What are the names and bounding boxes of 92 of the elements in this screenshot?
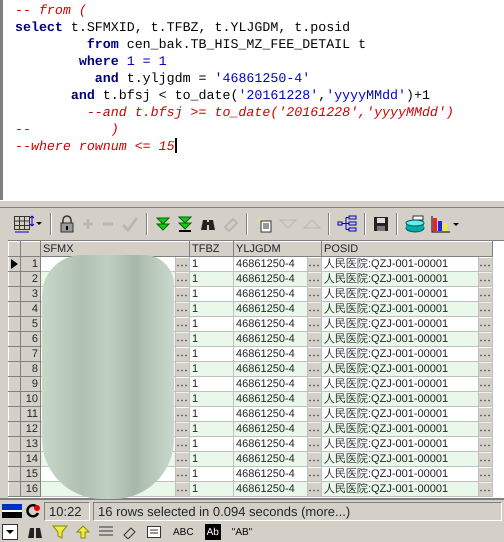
ellipsis-button[interactable] (176, 258, 188, 270)
ellipsis-button[interactable] (480, 482, 492, 496)
ellipsis-button[interactable] (308, 452, 320, 466)
ellipsis-button[interactable] (480, 438, 492, 450)
database-icon (405, 215, 425, 233)
ellipsis-button[interactable] (176, 362, 188, 376)
ellipsis-button[interactable] (176, 452, 188, 466)
column-header[interactable]: SFMX (40, 242, 190, 256)
ellipsis-button[interactable] (308, 348, 320, 360)
ellipsis-button[interactable] (480, 288, 492, 300)
ellipsis-button[interactable] (176, 482, 188, 496)
grid-icon (13, 214, 43, 234)
ellipsis-button[interactable] (176, 468, 188, 480)
ellipsis-button[interactable] (480, 348, 492, 360)
ellipsis-button[interactable] (480, 422, 492, 436)
ellipsis-button[interactable] (308, 272, 320, 286)
text-format-button[interactable]: ABC (170, 524, 197, 540)
column-header[interactable]: YLJGDM (234, 242, 322, 256)
code-line: -- ) (15, 121, 119, 138)
ellipsis-button[interactable] (176, 422, 188, 436)
ellipsis-button[interactable] (480, 362, 492, 376)
document-icon[interactable] (146, 525, 162, 539)
splitter-bar[interactable] (0, 200, 504, 208)
ellipsis-button[interactable] (308, 318, 320, 330)
binoculars-icon[interactable] (26, 525, 44, 539)
check-icon (121, 216, 139, 232)
status-message: 16 rows selected in 0.094 seconds (more...) (93, 502, 502, 520)
ellipsis-button[interactable] (176, 392, 188, 406)
ellipsis-button[interactable] (176, 438, 188, 450)
ellipsis-button[interactable] (176, 408, 188, 420)
plus-icon (81, 217, 95, 231)
ellipsis-button[interactable] (308, 258, 320, 270)
code-line: and t.yljgdm = '46861250-4' (94, 70, 310, 87)
ellipsis-button[interactable] (176, 288, 188, 300)
ellipsis-button[interactable] (480, 332, 492, 346)
code-line: --and t.bfsj >= to_date('20161228','yyyyMMdd') (86, 104, 454, 121)
ellipsis-button[interactable] (480, 302, 492, 316)
table-cell: 人民医院:QZJ-001-00001 (322, 482, 478, 496)
tree-diagram-icon (337, 215, 357, 233)
up-arrow-icon[interactable] (76, 525, 90, 539)
eraser-icon (223, 216, 239, 232)
funnel-icon[interactable] (52, 525, 68, 539)
ellipsis-button[interactable] (308, 438, 320, 450)
triangle-down-icon (279, 218, 297, 230)
text-format-button[interactable]: Ab (204, 524, 221, 540)
ellipsis-button[interactable] (308, 468, 320, 480)
code-line: -- from ( (15, 2, 87, 19)
code-line: where 1 = 1 (78, 53, 167, 70)
ellipsis-button[interactable] (480, 392, 492, 406)
ellipsis-button[interactable] (480, 408, 492, 420)
ellipsis-button[interactable] (176, 332, 188, 346)
dropdown-icon[interactable] (2, 524, 18, 540)
lock-icon (59, 215, 75, 233)
table-cell: 1 (190, 482, 234, 496)
ellipsis-button[interactable] (308, 362, 320, 376)
text-format-button[interactable]: "AB" (228, 524, 256, 540)
triangle-up-icon (303, 218, 321, 230)
ellipsis-button[interactable] (308, 408, 320, 420)
column-header[interactable]: POSID (322, 242, 493, 256)
code-line: from cen_bak.TB_HIS_MZ_FEE_DETAIL t (86, 36, 366, 53)
ellipsis-button[interactable] (480, 258, 492, 270)
current-row-arrow-icon (11, 258, 18, 269)
code-line: and t.bfsj < to_date('20161228','yyyyMMdd')+1 (70, 87, 430, 104)
time-display: 10:22 (44, 502, 90, 520)
flag-icon (2, 503, 22, 519)
ellipsis-button[interactable] (480, 272, 492, 286)
ellipsis-button[interactable] (176, 272, 188, 286)
double-down-arrow-icon (177, 216, 193, 232)
ellipsis-button[interactable] (480, 378, 492, 390)
ellipsis-button[interactable] (308, 378, 320, 390)
ellipsis-button[interactable] (308, 482, 320, 496)
table-cell: 46861250-4 (234, 482, 308, 496)
ellipsis-button[interactable] (308, 422, 320, 436)
column-header[interactable]: TFBZ (190, 242, 234, 256)
ellipsis-button[interactable] (480, 452, 492, 466)
ellipsis-button[interactable] (308, 332, 320, 346)
double-down-arrow-icon (155, 216, 171, 232)
ellipsis-button[interactable] (176, 318, 188, 330)
ellipsis-button[interactable] (480, 318, 492, 330)
eraser-icon[interactable] (122, 525, 138, 539)
bar-chart-icon (431, 215, 461, 233)
ellipsis-button[interactable] (308, 288, 320, 300)
ellipsis-button[interactable] (308, 302, 320, 316)
ellipsis-button[interactable] (308, 392, 320, 406)
ellipsis-button[interactable] (176, 348, 188, 360)
ellipsis-button[interactable] (480, 468, 492, 480)
ellipsis-button[interactable] (176, 378, 188, 390)
refresh-icon (25, 503, 41, 519)
ellipsis-button[interactable] (176, 302, 188, 316)
documents-icon (255, 215, 273, 233)
code-line: --where rownum <= 15 (15, 138, 177, 155)
code-line: select t.SFMXID, t.TFBZ, t.YLJGDM, t.posid (15, 19, 350, 36)
